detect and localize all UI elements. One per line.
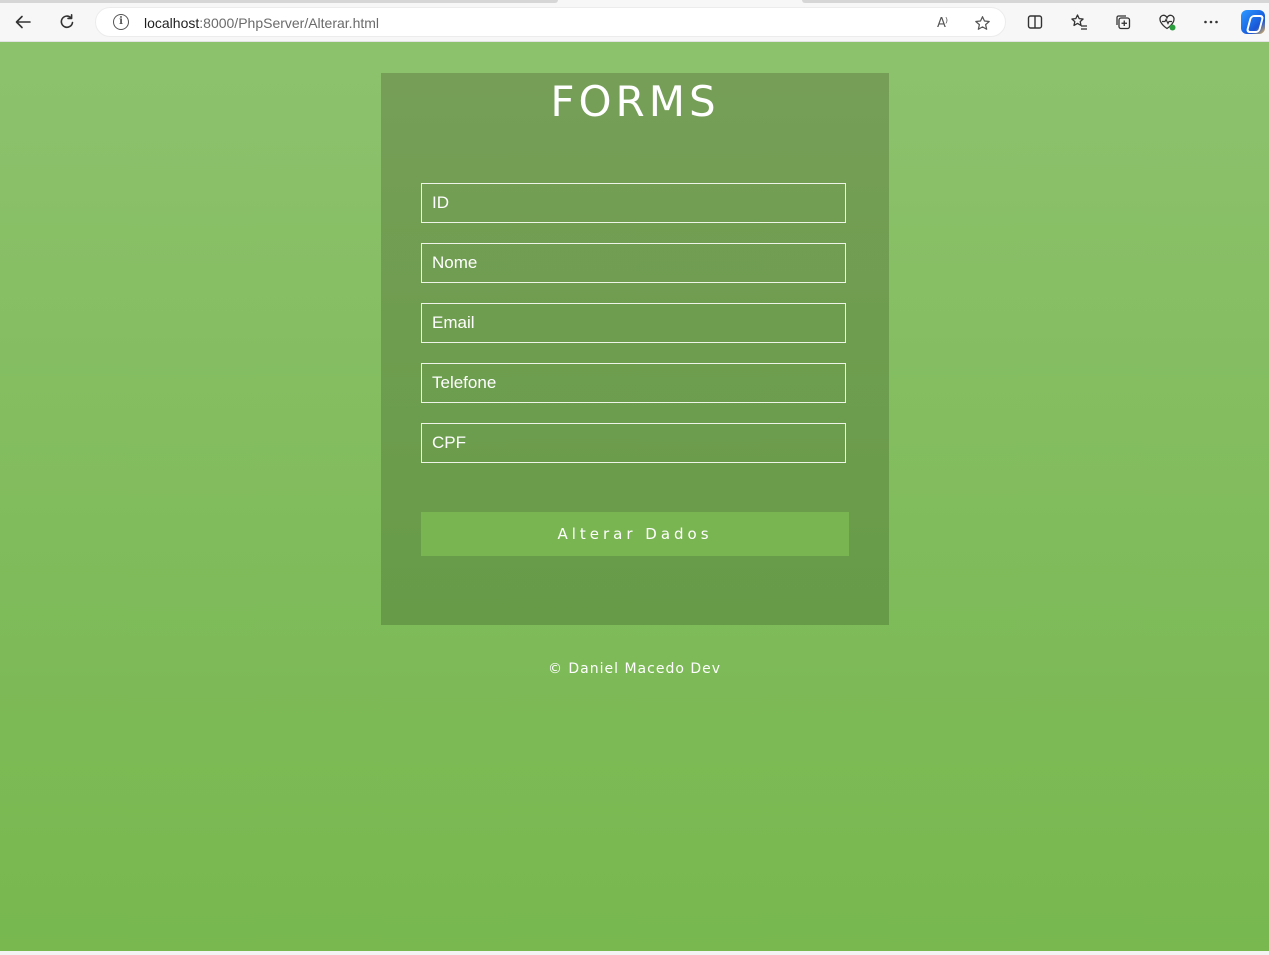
url-text[interactable]: localhost:8000/PhpServer/Alterar.html: [144, 15, 379, 31]
refresh-icon: [60, 14, 74, 29]
phone-field[interactable]: [421, 363, 846, 403]
collections-icon: [1116, 15, 1131, 30]
favorites-list-icon: [1071, 14, 1087, 30]
cpf-field[interactable]: [421, 423, 846, 463]
refresh-button[interactable]: [53, 8, 81, 36]
footer-copyright: © Daniel Macedo Dev: [547, 661, 722, 677]
id-field[interactable]: [421, 183, 846, 223]
tab-strip-right: [802, 0, 1269, 3]
form-title: FORMS: [550, 77, 720, 126]
page-viewport: FORMS Alterar Dados © Daniel Macedo Dev: [0, 42, 1269, 951]
heart-pulse-icon: [1159, 14, 1176, 31]
arrow-left-icon: [15, 15, 31, 29]
split-screen-button[interactable]: [1021, 8, 1049, 36]
info-icon[interactable]: i: [113, 14, 129, 30]
ellipsis-icon: [1204, 20, 1218, 24]
tab-strip-left: [0, 0, 558, 3]
url-path: :8000/PhpServer/Alterar.html: [199, 15, 380, 31]
name-field[interactable]: [421, 243, 846, 283]
form-card: FORMS Alterar Dados: [381, 73, 889, 625]
window-bottom-border: [0, 951, 1269, 955]
browser-toolbar: i localhost:8000/PhpServer/Alterar.html …: [0, 0, 1269, 42]
copilot-icon[interactable]: [1241, 10, 1265, 34]
email-field[interactable]: [421, 303, 846, 343]
split-screen-icon: [1027, 15, 1043, 29]
address-bar[interactable]: i localhost:8000/PhpServer/Alterar.html …: [95, 7, 1006, 37]
update-data-button[interactable]: Alterar Dados: [421, 512, 849, 556]
favorite-star-icon[interactable]: [971, 12, 993, 34]
browser-essentials-button[interactable]: [1153, 8, 1181, 36]
read-aloud-icon[interactable]: A⁾: [931, 12, 953, 34]
url-host: localhost: [144, 15, 200, 31]
back-button[interactable]: [9, 8, 37, 36]
favorites-button[interactable]: [1065, 8, 1093, 36]
more-menu-button[interactable]: [1197, 8, 1225, 36]
collections-button[interactable]: [1109, 8, 1137, 36]
